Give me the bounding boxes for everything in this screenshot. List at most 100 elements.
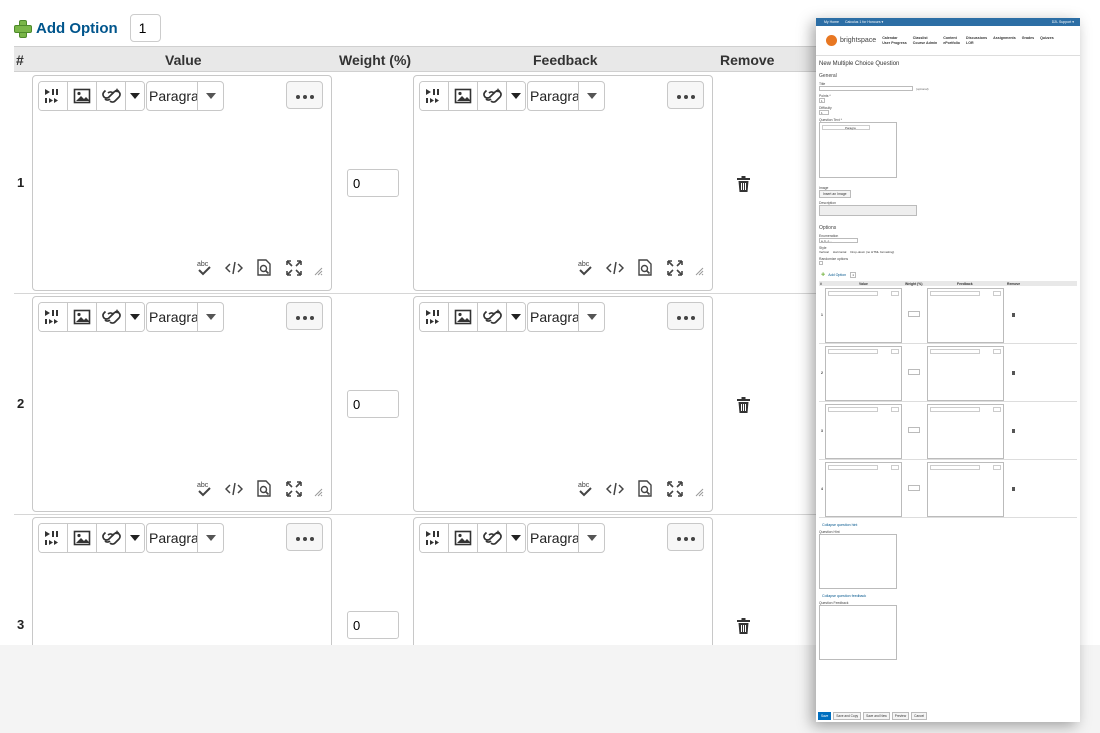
thumb-collapse-feedback-link[interactable]: Collapse question feedback — [822, 594, 1080, 598]
thumb-feedback-editor[interactable] — [819, 605, 897, 660]
more-actions-button[interactable] — [667, 523, 704, 551]
insert-quicklink-icon[interactable] — [478, 303, 507, 331]
insert-quicklink-icon[interactable] — [97, 82, 126, 110]
source-code-icon[interactable] — [219, 482, 249, 496]
thumb-home-link[interactable]: My Home — [824, 20, 839, 24]
thumb-title-input[interactable] — [819, 86, 913, 91]
thumb-style-radios[interactable]: Vertical Horizontal Drop-down (no HTML f… — [819, 250, 1080, 254]
feedback-editor[interactable]: Paragra abc — [413, 517, 713, 645]
thumb-save-new-button[interactable]: Save and New — [863, 712, 890, 720]
insert-stuff-icon[interactable] — [39, 524, 68, 552]
value-editor[interactable]: Paragra abc — [32, 296, 332, 512]
thumb-style-horizontal[interactable]: Horizontal — [833, 250, 847, 254]
trash-icon[interactable] — [737, 176, 750, 197]
more-actions-button[interactable] — [667, 302, 704, 330]
thumb-feedback-editor[interactable] — [927, 404, 1004, 459]
thumb-difficulty-select[interactable]: 1 — [819, 110, 829, 115]
add-plus-icon[interactable] — [14, 20, 32, 38]
more-actions-button[interactable] — [286, 302, 323, 330]
dropdown-arrow-icon[interactable] — [507, 524, 525, 552]
thumb-value-editor[interactable] — [825, 346, 902, 401]
fullscreen-icon[interactable] — [279, 259, 309, 276]
thumb-feedback-editor[interactable] — [927, 288, 1004, 343]
thumb-add-count[interactable]: 1 — [850, 272, 856, 278]
preview-icon[interactable] — [630, 259, 660, 276]
source-code-icon[interactable] — [219, 261, 249, 275]
thumb-save-button[interactable]: Save — [818, 712, 832, 720]
select-arrow-icon[interactable] — [197, 303, 223, 331]
more-actions-button[interactable] — [667, 81, 704, 109]
fullscreen-icon[interactable] — [660, 480, 690, 497]
thumb-more-button[interactable] — [993, 407, 1001, 412]
thumb-course-selector[interactable]: Calculus 1 for Honours ▾ — [845, 20, 883, 24]
thumb-add-option-link[interactable]: Add Option — [828, 273, 846, 277]
thumb-more-button[interactable] — [993, 291, 1001, 296]
thumb-value-editor[interactable] — [825, 404, 902, 459]
preview-icon[interactable] — [249, 259, 279, 276]
thumb-nav-item[interactable]: Course Admin — [913, 41, 937, 45]
trash-icon[interactable] — [737, 618, 750, 639]
thumb-value-toolbar[interactable] — [828, 407, 878, 412]
source-code-icon[interactable] — [600, 261, 630, 275]
weight-input[interactable] — [347, 169, 399, 197]
value-format-select[interactable]: Paragra — [146, 523, 224, 553]
thumb-value-toolbar[interactable] — [828, 291, 878, 296]
insert-quicklink-icon[interactable] — [478, 524, 507, 552]
thumb-feedback-editor[interactable] — [927, 346, 1004, 401]
thumb-save-copy-button[interactable]: Save and Copy — [833, 712, 862, 720]
thumb-enumeration-select[interactable]: a, b, c... — [819, 238, 858, 243]
dropdown-arrow-icon[interactable] — [126, 524, 144, 552]
thumb-style-vertical[interactable]: Vertical — [819, 250, 829, 254]
select-arrow-icon[interactable] — [578, 303, 604, 331]
resize-grip-icon[interactable] — [694, 484, 704, 496]
insert-stuff-icon[interactable] — [39, 303, 68, 331]
add-option-link[interactable]: Add Option — [36, 20, 118, 37]
value-editor[interactable]: Paragra abc — [32, 75, 332, 291]
weight-input[interactable] — [347, 611, 399, 639]
insert-image-icon[interactable] — [68, 82, 97, 110]
resize-grip-icon[interactable] — [313, 263, 323, 275]
thumb-nav-item[interactable]: Classlist — [913, 36, 937, 40]
preview-icon[interactable] — [630, 480, 660, 497]
spellcheck-icon[interactable]: abc — [570, 260, 600, 276]
spellcheck-icon[interactable]: abc — [570, 481, 600, 497]
thumb-nav-item[interactable]: Calendar — [882, 36, 907, 40]
spellcheck-icon[interactable]: abc — [189, 260, 219, 276]
trash-icon[interactable] — [737, 397, 750, 418]
thumb-feedback-toolbar[interactable] — [930, 291, 980, 296]
thumb-add-plus-icon[interactable]: ✚ — [821, 272, 825, 278]
thumb-nav-item[interactable]: Quizzes — [1040, 36, 1054, 40]
feedback-editor[interactable]: Paragra abc — [413, 75, 713, 291]
feedback-editor[interactable]: Paragra abc — [413, 296, 713, 512]
select-arrow-icon[interactable] — [578, 524, 604, 552]
add-option-count-input[interactable] — [129, 14, 161, 42]
weight-input[interactable] — [347, 390, 399, 418]
spellcheck-icon[interactable]: abc — [189, 481, 219, 497]
select-arrow-icon[interactable] — [197, 82, 223, 110]
fullscreen-icon[interactable] — [660, 259, 690, 276]
select-arrow-icon[interactable] — [197, 524, 223, 552]
thumb-more-button[interactable] — [891, 465, 899, 470]
thumb-trash-icon[interactable] — [1012, 487, 1015, 491]
resize-grip-icon[interactable] — [313, 484, 323, 496]
insert-image-icon[interactable] — [449, 524, 478, 552]
thumb-hint-editor[interactable] — [819, 534, 897, 589]
value-format-select[interactable]: Paragra — [146, 302, 224, 332]
thumb-description-input[interactable] — [819, 205, 917, 216]
thumb-more-button[interactable] — [891, 291, 899, 296]
insert-quicklink-icon[interactable] — [97, 524, 126, 552]
insert-stuff-icon[interactable] — [39, 82, 68, 110]
thumb-nav-item[interactable]: Assignments — [993, 36, 1016, 40]
thumb-question-text-editor[interactable]: Paragra — [819, 122, 897, 178]
thumb-weight-input[interactable] — [908, 311, 920, 317]
value-format-select[interactable]: Paragra — [146, 81, 224, 111]
thumb-value-editor[interactable] — [825, 462, 902, 517]
thumb-more-button[interactable] — [993, 349, 1001, 354]
insert-image-icon[interactable] — [68, 524, 97, 552]
thumb-value-toolbar[interactable] — [828, 349, 878, 354]
insert-stuff-icon[interactable] — [420, 524, 449, 552]
value-editor[interactable]: Paragra abc — [32, 517, 332, 645]
feedback-format-select[interactable]: Paragra — [527, 81, 605, 111]
thumb-weight-input[interactable] — [908, 485, 920, 491]
feedback-format-select[interactable]: Paragra — [527, 302, 605, 332]
